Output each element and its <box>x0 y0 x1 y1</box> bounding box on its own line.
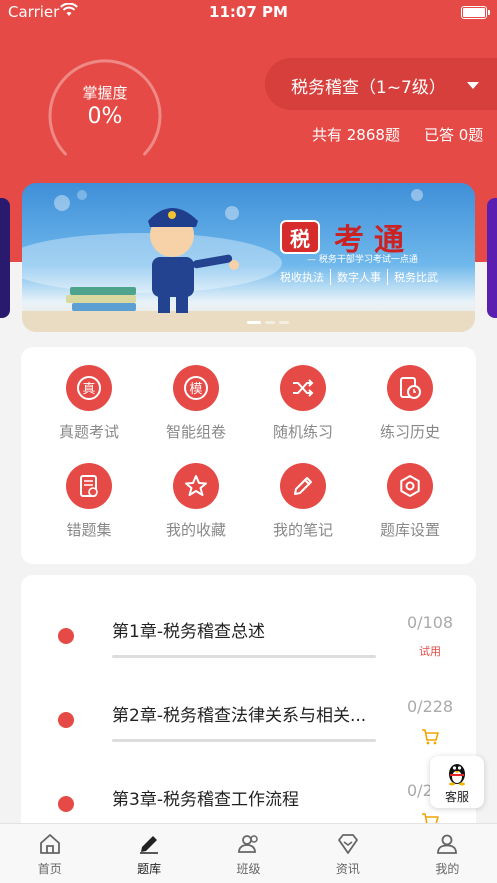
tab-label: 班级 <box>236 862 261 876</box>
banner-slogan: — 税务干部学习考试一点通 <box>307 255 418 265</box>
chapter-title: 第2章-税务稽查法律关系与相关... <box>112 706 367 726</box>
mock-paper-icon: 模 <box>173 365 219 411</box>
tab-question-bank[interactable]: 题库 <box>99 824 198 883</box>
chapter-item[interactable]: 第1章-税务稽查总述 0/108 试用 <box>21 575 476 659</box>
menu-label: 错题集 <box>66 521 112 539</box>
promo-banner[interactable]: 税 考通 — 税务干部学习考试一点通 税收执法 数字人事 税务比武 <box>22 183 475 332</box>
chapter-list: 第1章-税务稽查总述 0/108 试用 第2章-税务稽查法律关系与相关... 0… <box>21 575 476 835</box>
settings-icon <box>387 463 433 509</box>
chapter-title: 第1章-税务稽查总述 <box>112 622 265 642</box>
chapter-progress-bar <box>112 655 376 658</box>
clock: 11:07 PM <box>209 3 288 21</box>
menu-mock-paper[interactable]: 模 智能组卷 <box>146 365 246 455</box>
menu-notes[interactable]: 我的笔记 <box>253 463 353 553</box>
tab-label: 资讯 <box>335 862 360 876</box>
home-icon <box>39 834 60 854</box>
next-banner-peek[interactable] <box>487 198 497 318</box>
carousel-dot <box>265 321 275 324</box>
wrong-questions-icon <box>66 463 112 509</box>
menu-label: 随机练习 <box>272 423 333 441</box>
chapter-item[interactable]: 第3章-税务稽查工作流程 0/2 <box>21 743 476 829</box>
menu-label: 真题考试 <box>58 423 119 441</box>
menu-wrong-questions[interactable]: 错题集 <box>39 463 139 553</box>
tab-class[interactable]: 班级 <box>199 824 298 883</box>
banner-tag: 税收执法 <box>280 271 324 284</box>
pencil-icon <box>140 836 159 854</box>
selector-label: 税务稽查（1~7级） <box>291 78 446 98</box>
tab-profile[interactable]: 我的 <box>398 824 497 883</box>
banner-tag: 数字人事 <box>330 269 387 285</box>
chapter-progress-bar <box>112 739 376 742</box>
status-bar: Carrier 11:07 PM <box>0 0 497 26</box>
feature-menu: 真 真题考试 模 智能组卷 随机练习 练习历史 错题集 我的收藏 我的笔记 题库… <box>21 347 476 564</box>
news-icon <box>338 834 358 854</box>
banner-tag: 税务比武 <box>387 269 444 285</box>
chapter-count: 0/2 <box>407 781 433 800</box>
menu-practice-history[interactable]: 练习历史 <box>360 365 460 455</box>
tab-label: 题库 <box>137 862 162 876</box>
exam-icon: 真 <box>66 365 112 411</box>
menu-label: 我的笔记 <box>272 521 333 539</box>
chapter-bullet <box>58 628 74 644</box>
svg-text:模: 模 <box>189 382 202 397</box>
customer-service-button[interactable]: 客服 <box>430 756 484 808</box>
tab-home[interactable]: 首页 <box>0 824 99 883</box>
qq-penguin-icon <box>447 760 467 790</box>
pencil-icon <box>280 463 326 509</box>
tax-seal: 税 <box>280 220 320 254</box>
customer-service-label: 客服 <box>444 790 469 804</box>
banner-tags: 税收执法 数字人事 税务比武 <box>274 269 444 285</box>
answered-questions: 已答 0题 <box>424 126 484 144</box>
battery-icon <box>461 6 490 19</box>
chapter-bullet <box>58 796 74 812</box>
menu-label: 我的收藏 <box>165 521 226 539</box>
menu-bank-settings[interactable]: 题库设置 <box>360 463 460 553</box>
chapter-item[interactable]: 第2章-税务稽查法律关系与相关... 0/228 <box>21 659 476 745</box>
bottom-tab-bar: 首页 题库 班级 资讯 我的 <box>0 823 497 883</box>
mastery-label: 掌握度 <box>82 84 128 102</box>
carousel-dot <box>247 321 261 324</box>
mastery-gauge: 掌握度 0% <box>40 44 170 164</box>
chapter-bullet <box>58 712 74 728</box>
menu-exam[interactable]: 真 真题考试 <box>39 365 139 455</box>
chapter-count: 0/228 <box>407 697 454 716</box>
menu-random-practice[interactable]: 随机练习 <box>253 365 353 455</box>
class-icon <box>237 835 258 853</box>
menu-favorites[interactable]: 我的收藏 <box>146 463 246 553</box>
svg-text:真: 真 <box>82 382 95 397</box>
tab-news[interactable]: 资讯 <box>298 824 397 883</box>
total-questions: 共有 2868题 <box>312 126 400 144</box>
menu-label: 题库设置 <box>379 521 440 539</box>
chapter-title: 第3章-税务稽查工作流程 <box>112 790 299 810</box>
shuffle-icon <box>280 365 326 411</box>
prev-banner-peek[interactable] <box>0 198 10 318</box>
carousel-indicator <box>247 321 293 324</box>
trial-badge: 试用 <box>419 645 441 658</box>
profile-icon <box>437 834 458 854</box>
menu-label: 智能组卷 <box>165 423 226 441</box>
menu-label: 练习历史 <box>379 423 440 441</box>
tab-label: 我的 <box>435 862 460 876</box>
question-bank-selector[interactable]: 税务稽查（1~7级） <box>265 58 497 110</box>
caret-down-icon <box>467 82 479 89</box>
history-icon <box>387 365 433 411</box>
mastery-value: 0% <box>87 104 123 129</box>
tab-label: 首页 <box>37 862 62 876</box>
star-icon <box>173 463 219 509</box>
carousel-dot <box>279 321 289 324</box>
chapter-count: 0/108 <box>407 613 454 632</box>
